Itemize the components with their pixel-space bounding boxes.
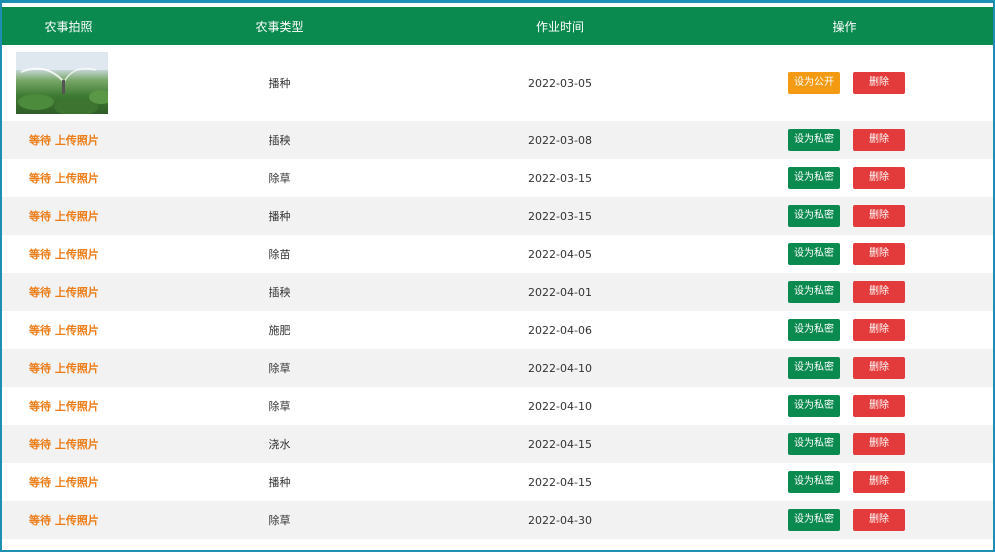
delete-button[interactable]: 删除 [853, 167, 905, 189]
ops-cell: 设为私密 删除 [696, 121, 993, 159]
header-time: 作业时间 [535, 19, 584, 34]
set-private-button[interactable]: 设为私密 [788, 509, 840, 531]
table-row: 等待 上传照片 浇水 2022-04-15 设为私密 删除 [2, 425, 993, 463]
set-public-button[interactable]: 设为公开 [788, 72, 840, 94]
date-cell: 2022-03-15 [528, 171, 592, 185]
set-private-button[interactable]: 设为私密 [788, 167, 840, 189]
delete-button[interactable]: 删除 [853, 243, 905, 265]
date-cell: 2022-04-01 [528, 285, 592, 299]
date-cell: 2022-04-06 [528, 323, 592, 337]
ops-cell: 设为私密 删除 [696, 273, 993, 311]
pending-photo-label: 等待 上传照片 [29, 172, 99, 185]
delete-button[interactable]: 删除 [853, 129, 905, 151]
date-cell: 2022-04-15 [528, 437, 592, 451]
date-cell: 2022-03-05 [528, 76, 592, 90]
set-private-button[interactable]: 设为私密 [788, 243, 840, 265]
pending-photo-label: 等待 上传照片 [29, 134, 99, 147]
pending-photo-label: 等待 上传照片 [29, 248, 99, 261]
pending-photo-label: 等待 上传照片 [29, 210, 99, 223]
pending-photo-label: 等待 上传照片 [29, 362, 99, 375]
ops-cell: 设为私密 删除 [696, 349, 993, 387]
pending-photo-label: 等待 上传照片 [29, 438, 99, 451]
table-row: 等待 上传照片 施肥 2022-04-06 设为私密 删除 [2, 311, 993, 349]
delete-button[interactable]: 删除 [853, 281, 905, 303]
header-type: 农事类型 [255, 19, 304, 34]
set-private-button[interactable]: 设为私密 [788, 395, 840, 417]
delete-button[interactable]: 删除 [853, 205, 905, 227]
pending-photo-label: 等待 上传照片 [29, 514, 99, 527]
type-cell: 插秧 [268, 286, 291, 299]
type-cell: 浇水 [268, 438, 291, 451]
table-container: 农事拍照 农事类型 作业时间 操作 播种 2022-03-05 设为公开 删除 … [2, 7, 993, 550]
ops-cell: 设为私密 删除 [696, 235, 993, 273]
pending-photo-label: 等待 上传照片 [29, 476, 99, 489]
table-row: 等待 上传照片 播种 2022-03-15 设为私密 删除 [2, 197, 993, 235]
type-cell: 施肥 [268, 324, 291, 337]
table-header-row: 农事拍照 农事类型 作业时间 操作 [2, 7, 993, 45]
delete-button[interactable]: 删除 [853, 357, 905, 379]
type-cell: 除苗 [268, 248, 291, 261]
type-cell: 除草 [268, 172, 291, 185]
pending-photo-label: 等待 上传照片 [29, 400, 99, 413]
type-cell: 播种 [268, 476, 291, 489]
table-row: 等待 上传照片 除苗 2022-04-05 设为私密 删除 [2, 235, 993, 273]
ops-cell: 设为私密 删除 [696, 425, 993, 463]
set-private-button[interactable]: 设为私密 [788, 281, 840, 303]
type-cell: 播种 [268, 210, 291, 223]
date-cell: 2022-04-10 [528, 399, 592, 413]
delete-button[interactable]: 删除 [853, 395, 905, 417]
set-private-button[interactable]: 设为私密 [788, 471, 840, 493]
type-cell: 播种 [268, 77, 291, 90]
type-cell: 除草 [268, 514, 291, 527]
delete-button[interactable]: 删除 [853, 471, 905, 493]
type-cell: 插秧 [268, 134, 291, 147]
set-private-button[interactable]: 设为私密 [788, 129, 840, 151]
delete-button[interactable]: 删除 [853, 72, 905, 94]
date-cell: 2022-04-15 [528, 475, 592, 489]
ops-cell: 设为私密 删除 [696, 501, 993, 539]
date-cell: 2022-03-08 [528, 133, 592, 147]
date-cell: 2022-04-30 [528, 513, 592, 527]
delete-button[interactable]: 删除 [853, 433, 905, 455]
header-ops: 操作 [832, 19, 857, 34]
ops-cell: 设为私密 删除 [696, 387, 993, 425]
set-private-button[interactable]: 设为私密 [788, 357, 840, 379]
sprinkler-field-image [16, 52, 108, 114]
date-cell: 2022-04-10 [528, 361, 592, 375]
ops-cell: 设为公开 删除 [696, 45, 993, 121]
table-row: 等待 上传照片 除草 2022-03-15 设为私密 删除 [2, 159, 993, 197]
date-cell: 2022-03-15 [528, 209, 592, 223]
table-row: 等待 上传照片 播种 2022-04-15 设为私密 删除 [2, 463, 993, 501]
pending-photo-label: 等待 上传照片 [29, 324, 99, 337]
set-private-button[interactable]: 设为私密 [788, 433, 840, 455]
table-row: 等待 上传照片 除草 2022-04-10 设为私密 删除 [2, 349, 993, 387]
ops-cell: 设为私密 删除 [696, 197, 993, 235]
header-photo: 农事拍照 [44, 19, 93, 34]
app-frame: 农事拍照 农事类型 作业时间 操作 播种 2022-03-05 设为公开 删除 … [0, 0, 995, 552]
delete-button[interactable]: 删除 [853, 509, 905, 531]
table-row: 等待 上传照片 除草 2022-04-30 设为私密 删除 [2, 501, 993, 539]
date-cell: 2022-04-05 [528, 247, 592, 261]
type-cell: 除草 [268, 400, 291, 413]
ops-cell: 设为私密 删除 [696, 463, 993, 501]
set-private-button[interactable]: 设为私密 [788, 319, 840, 341]
table-row: 等待 上传照片 插秧 2022-04-01 设为私密 删除 [2, 273, 993, 311]
delete-button[interactable]: 删除 [853, 319, 905, 341]
table-row: 播种 2022-03-05 设为公开 删除 [2, 45, 993, 121]
farm-record-table: 农事拍照 农事类型 作业时间 操作 播种 2022-03-05 设为公开 删除 … [2, 7, 993, 539]
set-private-button[interactable]: 设为私密 [788, 205, 840, 227]
ops-cell: 设为私密 删除 [696, 311, 993, 349]
type-cell: 除草 [268, 362, 291, 375]
ops-cell: 设为私密 删除 [696, 159, 993, 197]
pending-photo-label: 等待 上传照片 [29, 286, 99, 299]
photo-thumbnail[interactable] [16, 52, 108, 114]
table-row: 等待 上传照片 除草 2022-04-10 设为私密 删除 [2, 387, 993, 425]
table-row: 等待 上传照片 插秧 2022-03-08 设为私密 删除 [2, 121, 993, 159]
photo-cell [2, 45, 135, 121]
